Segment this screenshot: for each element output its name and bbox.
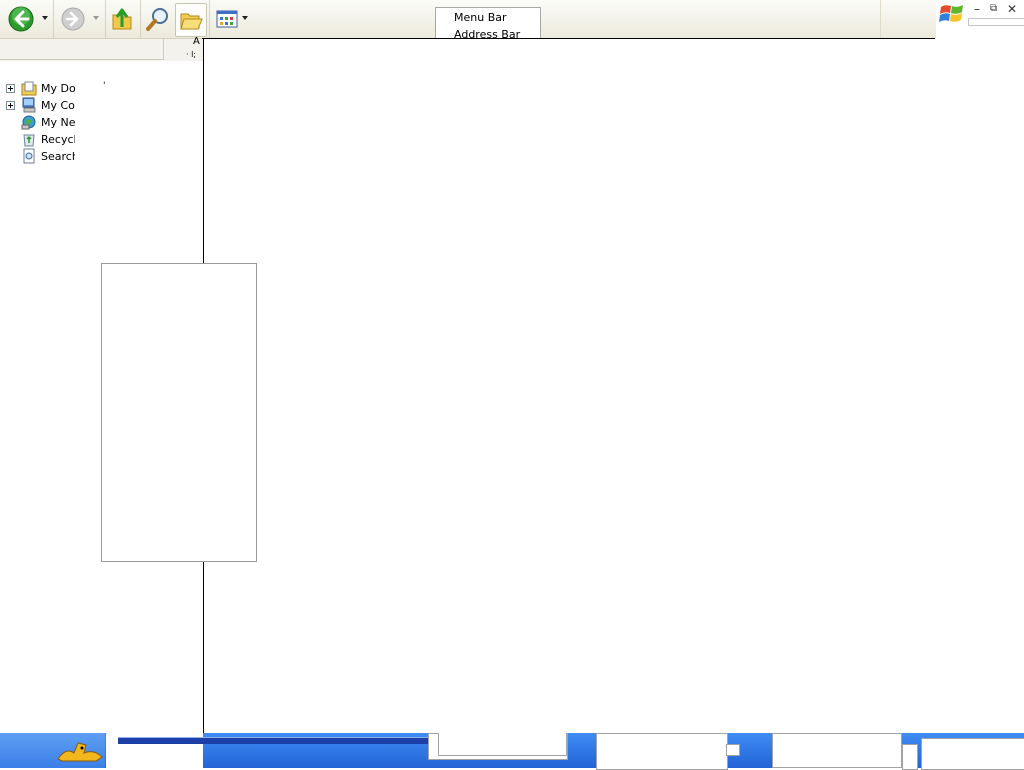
tree-item-my-computer[interactable]: My Co bbox=[6, 97, 75, 113]
system-tray bbox=[921, 738, 1024, 770]
up-button[interactable] bbox=[110, 3, 134, 35]
search-icon bbox=[146, 8, 168, 31]
tree-item-label: My Co bbox=[41, 98, 75, 112]
taskbar-window-thumbnail[interactable] bbox=[772, 733, 902, 768]
tree-item-label: Recycl bbox=[41, 132, 75, 146]
menu-item-menu-bar[interactable]: Menu Bar bbox=[454, 11, 507, 24]
expand-icon[interactable] bbox=[6, 83, 15, 93]
tree-item-search-results[interactable]: Search bbox=[6, 148, 75, 164]
dog-mascot-icon bbox=[57, 742, 103, 762]
toolbar-separator bbox=[53, 0, 54, 38]
back-arrow-icon bbox=[8, 6, 34, 32]
search-results-icon bbox=[23, 148, 35, 164]
taskbar-window-thumbnail[interactable] bbox=[596, 733, 728, 770]
taskbar-blue-strip bbox=[118, 737, 428, 744]
header-fragment: · l; bbox=[186, 50, 197, 59]
tree-item-label: Search bbox=[41, 149, 75, 163]
folders-pane-header: A · l; bbox=[0, 36, 203, 61]
minimize-button[interactable]: – bbox=[974, 2, 980, 16]
back-button[interactable] bbox=[6, 3, 36, 35]
tick-mark: ' bbox=[103, 81, 106, 91]
my-network-icon bbox=[21, 115, 36, 130]
recycle-bin-icon bbox=[23, 134, 35, 147]
floating-panel bbox=[101, 263, 257, 562]
folders-icon bbox=[180, 13, 203, 30]
taskbar-window-thumbnail[interactable] bbox=[726, 744, 740, 756]
views-button[interactable] bbox=[214, 3, 240, 35]
views-dropdown-arrow-icon[interactable] bbox=[242, 16, 248, 20]
forward-dropdown-arrow-icon[interactable] bbox=[93, 16, 99, 20]
my-computer-icon bbox=[22, 97, 36, 113]
start-button[interactable] bbox=[0, 733, 105, 768]
windows-logo-icon bbox=[939, 3, 965, 28]
folders-pane-title-bar bbox=[0, 39, 164, 60]
my-documents-icon bbox=[21, 81, 37, 96]
search-button[interactable] bbox=[144, 3, 172, 35]
address-field[interactable] bbox=[968, 18, 1024, 26]
tree-item-label: My Ne bbox=[41, 115, 75, 129]
toolbar-right-strip bbox=[880, 0, 936, 38]
toolbar-separator bbox=[209, 0, 210, 38]
taskbar-window-thumbnail[interactable] bbox=[438, 733, 567, 756]
folder-up-icon bbox=[112, 8, 132, 30]
tree-item-my-documents[interactable]: My Dor bbox=[6, 80, 75, 96]
toolbar-separator bbox=[140, 0, 141, 38]
content-frame-top bbox=[202, 38, 935, 39]
restore-button[interactable]: ⧉ bbox=[990, 3, 997, 14]
tree-item-label: My Dor bbox=[41, 81, 75, 95]
header-fragment: A bbox=[193, 36, 200, 47]
forward-arrow-icon bbox=[61, 7, 85, 31]
tree-item-my-network[interactable]: My Ne bbox=[6, 114, 75, 130]
views-icon bbox=[216, 10, 238, 28]
back-dropdown-arrow-icon[interactable] bbox=[42, 16, 48, 20]
forward-button[interactable] bbox=[60, 3, 86, 35]
close-button[interactable]: ✕ bbox=[1007, 2, 1017, 16]
toolbar-separator bbox=[105, 0, 106, 38]
folders-button[interactable] bbox=[175, 3, 207, 37]
tree-item-recycle-bin[interactable]: Recycl bbox=[6, 131, 75, 147]
taskbar-window-thumbnail[interactable] bbox=[902, 744, 918, 770]
toolbars-context-menu: Menu Bar Address Bar bbox=[435, 7, 541, 39]
expand-icon[interactable] bbox=[6, 100, 15, 110]
